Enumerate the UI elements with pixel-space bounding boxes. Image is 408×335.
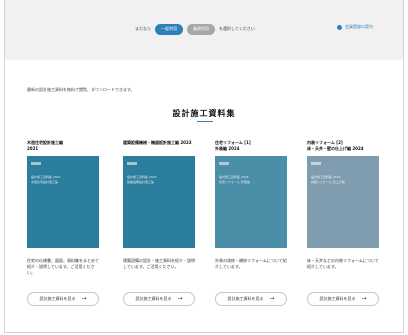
arrow-right-icon: →: [177, 295, 183, 302]
button-label: 設計施工資料を見る: [39, 296, 76, 301]
header-bar: まだなら 一般利用 業務利用 を選択してください 会員登録の案内: [5, 0, 403, 60]
view-catalog-button[interactable]: 設計施工資料を見る →: [27, 292, 99, 306]
button-label: 設計施工資料を見る: [227, 296, 264, 301]
button-label: 設計施工資料を見る: [135, 296, 172, 301]
catalog-card: 木造住宅設計施工編 2021 設計施工資料集 2021 木造住宅設計施工編 住宅…: [27, 140, 99, 306]
arrow-right-icon: →: [81, 295, 87, 302]
catalog-cover-image[interactable]: 設計施工資料集 2023 建築設備設計施工編: [123, 156, 195, 248]
arrow-right-icon: →: [361, 295, 367, 302]
catalog-card: 建築設備機械・機器設計施工編 2023 設計施工資料集 2023 建築設備設計施…: [123, 140, 195, 306]
page-frame: まだなら 一般利用 業務利用 を選択してください 会員登録の案内 最新の設計施工…: [4, 0, 404, 333]
catalog-cover-image[interactable]: 設計施工資料集 2024 住宅リフォーム 外装編: [215, 156, 287, 248]
card-description: 外装の改修・補修リフォームについて紹介しています。: [215, 258, 287, 269]
card-description: 建築設備の設計・施工資料を紹介・説明しています。ご活用ください。: [123, 258, 195, 269]
intro-text: 最新の設計施工資料を無料で閲覧、ダウンロードできます。: [27, 87, 135, 92]
card-year: 床・天井・壁の仕上げ編 2024: [307, 146, 364, 151]
cover-subtitle: 建築設備設計施工編: [127, 180, 155, 184]
card-name: 木造住宅設計施工編: [27, 140, 63, 145]
card-description: 床・天井などの内装リフォームについて紹介しています。: [307, 258, 379, 269]
view-catalog-button[interactable]: 設計施工資料を見る →: [123, 292, 195, 306]
cover-subtitle: 住宅リフォーム 外装編: [219, 180, 250, 184]
section-title: 設計施工資料集: [172, 109, 236, 118]
card-name: 内装リフォーム [2]: [307, 140, 343, 145]
card-description: 住宅の仕様書、図面、資料集をまとめて紹介・説明しています。ご活用ください。: [27, 258, 99, 275]
cover-tab: [31, 162, 41, 165]
prompt-prefix: まだなら: [135, 26, 151, 31]
card-year: 外装編 2024: [215, 146, 240, 151]
prompt-suffix: を選択してください: [219, 26, 255, 31]
button-label: 設計施工資料を見る: [319, 296, 356, 301]
card-year: 2021: [27, 146, 39, 151]
catalog-card: 内装リフォーム [2] 床・天井・壁の仕上げ編 2024 設計施工資料集 202…: [307, 140, 379, 306]
catalog-card: 住宅リフォーム [1] 外装編 2024 設計施工資料集 2024 住宅リフォー…: [215, 140, 287, 306]
info-icon: [337, 24, 342, 30]
cover-title: 設計施工資料集 2024: [311, 175, 341, 179]
login-prompt: まだなら 一般利用 業務利用 を選択してください: [135, 22, 255, 36]
cover-subtitle: 木造住宅設計施工編: [31, 180, 59, 184]
member-info-label: 会員登録の案内: [345, 24, 373, 29]
member-info-link[interactable]: 会員登録の案内: [337, 24, 373, 30]
cover-title: 設計施工資料集 2024: [219, 175, 249, 179]
card-name: 建築設備機械・機器設計施工編 2023: [123, 140, 192, 145]
view-catalog-button[interactable]: 設計施工資料を見る →: [215, 292, 287, 306]
cover-tab: [219, 162, 229, 165]
card-name: 住宅リフォーム [1]: [215, 140, 251, 145]
cover-title: 設計施工資料集 2023: [127, 175, 157, 179]
view-catalog-button[interactable]: 設計施工資料を見る →: [307, 292, 379, 306]
cover-tab: [127, 162, 137, 165]
cover-title: 設計施工資料集 2021: [31, 175, 61, 179]
tab-business[interactable]: 業務利用: [187, 23, 215, 35]
title-underline: [197, 121, 213, 122]
catalog-cover-image[interactable]: 設計施工資料集 2021 木造住宅設計施工編: [27, 156, 99, 248]
cover-tab: [311, 162, 321, 165]
cover-subtitle: 内装リフォーム 仕上げ編: [311, 180, 345, 184]
tab-general[interactable]: 一般利用: [155, 23, 183, 35]
catalog-cover-image[interactable]: 設計施工資料集 2024 内装リフォーム 仕上げ編: [307, 156, 379, 248]
arrow-right-icon: →: [269, 295, 275, 302]
